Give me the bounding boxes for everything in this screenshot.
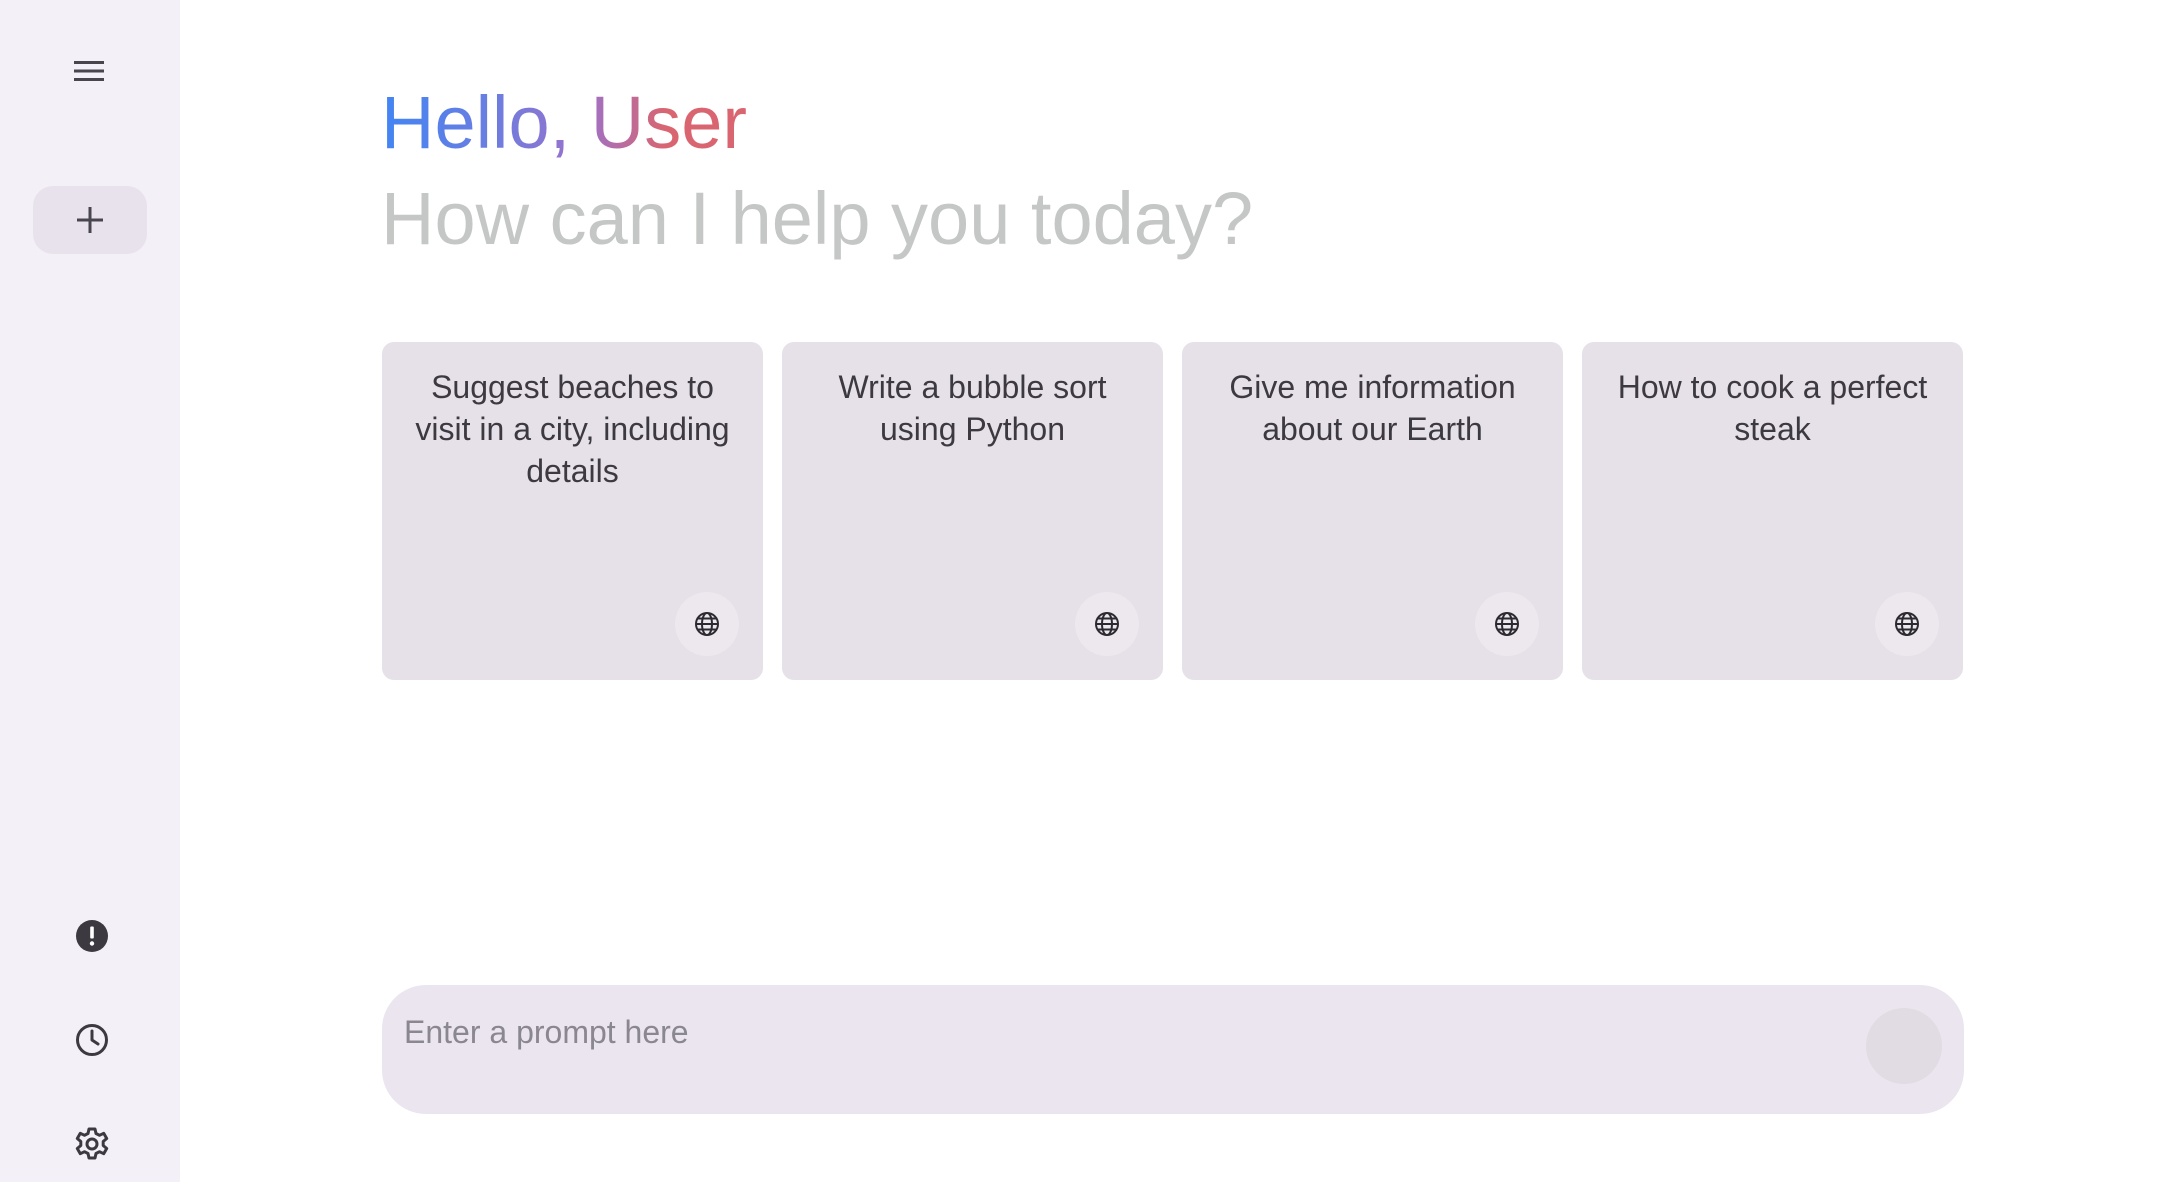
card-icon-container	[675, 592, 739, 656]
suggestion-card-text: Suggest beaches to visit in a city, incl…	[415, 369, 730, 489]
suggestion-card-steak[interactable]: How to cook a perfect steak	[1582, 342, 1963, 680]
settings-gear-icon	[75, 1127, 109, 1160]
suggestion-card-beaches[interactable]: Suggest beaches to visit in a city, incl…	[382, 342, 763, 680]
history-clock-icon	[76, 1024, 108, 1056]
plus-icon	[77, 207, 103, 233]
sidebar	[0, 0, 180, 1182]
prompt-bar	[382, 985, 1964, 1114]
card-icon-container	[1875, 592, 1939, 656]
send-button[interactable]	[1866, 1008, 1942, 1084]
globe-icon	[1095, 612, 1119, 636]
app-root: Hello, User How can I help you today? Su…	[0, 0, 2159, 1182]
globe-icon	[1495, 612, 1519, 636]
new-chat-button[interactable]	[33, 186, 147, 254]
greeting-heading: Hello, User	[381, 78, 747, 168]
settings-button[interactable]	[66, 1118, 118, 1170]
menu-icon	[74, 61, 104, 81]
alert-circle-icon	[76, 920, 108, 952]
globe-icon	[695, 612, 719, 636]
suggestion-card-earth[interactable]: Give me information about our Earth	[1182, 342, 1563, 680]
suggestion-cards: Suggest beaches to visit in a city, incl…	[382, 342, 1964, 680]
greeting-username: User	[590, 81, 748, 164]
prompt-input[interactable]	[404, 1007, 1804, 1057]
greeting-subtitle: How can I help you today?	[381, 177, 1254, 260]
menu-button[interactable]	[64, 50, 114, 92]
card-icon-container	[1475, 592, 1539, 656]
help-button[interactable]	[66, 910, 118, 962]
suggestion-card-bubble-sort[interactable]: Write a bubble sort using Python	[782, 342, 1163, 680]
card-icon-container	[1075, 592, 1139, 656]
suggestion-card-text: Give me information about our Earth	[1229, 369, 1516, 447]
suggestion-card-text: Write a bubble sort using Python	[838, 369, 1107, 447]
greeting-hello: Hello,	[381, 81, 591, 164]
suggestion-card-text: How to cook a perfect steak	[1617, 369, 1928, 447]
globe-icon	[1895, 612, 1919, 636]
history-button[interactable]	[66, 1014, 118, 1066]
